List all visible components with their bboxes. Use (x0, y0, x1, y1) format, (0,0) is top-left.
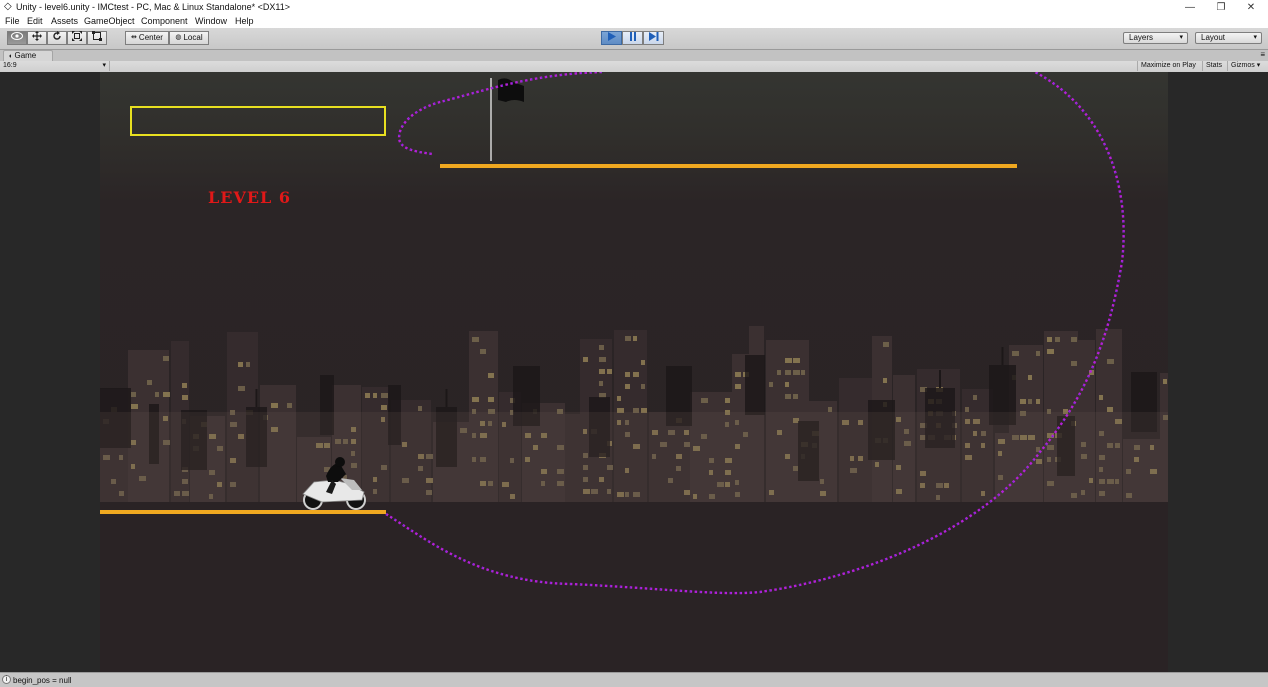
pause-button[interactable] (622, 31, 643, 45)
close-button[interactable]: ✕ (1236, 0, 1266, 15)
game-viewport[interactable]: LEVEL 6 (0, 72, 1268, 672)
pivot-icon: ⇹ (131, 34, 137, 41)
lower-platform (100, 510, 386, 514)
status-bar: i begin_pos = null (0, 672, 1268, 687)
pivot-center-label: Center (138, 33, 163, 42)
scale-tool-button[interactable] (67, 31, 87, 45)
main-toolbar: ⇹ Center ◍ Local Layers ▾ Layout ▾ (0, 28, 1268, 50)
stats-toggle[interactable]: Stats (1202, 61, 1225, 71)
chevron-down-icon: ▾ (102, 62, 106, 69)
pivot-local-label: Local (183, 33, 203, 42)
globe-icon: ◍ (175, 34, 182, 41)
ground-shadow (100, 502, 1168, 672)
menu-assets[interactable]: Assets (51, 16, 78, 27)
tab-game[interactable]: ◖ Game (3, 50, 53, 61)
level-title: LEVEL 6 (208, 188, 291, 207)
gizmos-label: Gizmos (1231, 62, 1255, 69)
aspect-ratio-label: 16:9 (3, 62, 17, 69)
layers-dropdown[interactable]: Layers ▾ (1123, 32, 1188, 44)
move-arrows-icon (32, 31, 42, 45)
menu-gameobject[interactable]: GameObject (84, 16, 135, 27)
play-button[interactable] (601, 31, 622, 45)
maximize-button[interactable]: ❐ (1206, 0, 1236, 15)
eye-icon (11, 32, 23, 44)
info-icon: i (2, 675, 11, 684)
playback-controls (601, 31, 664, 45)
rect-tool-button[interactable] (87, 31, 107, 45)
chevron-down-icon: ▾ (1253, 34, 1257, 41)
window-title: Unity - level6.unity - IMCtest - PC, Mac… (16, 2, 290, 12)
transform-tools (7, 31, 107, 45)
panel-tab-row: ◖ Game ≡ (0, 50, 1268, 61)
aspect-ratio-dropdown[interactable]: 16:9 ▾ (3, 61, 110, 71)
status-message[interactable]: begin_pos = null (13, 675, 72, 686)
window-title-bar: ◇ Unity - level6.unity - IMCtest - PC, M… (0, 0, 1268, 16)
rotate-icon (52, 31, 62, 45)
upper-platform (440, 164, 1017, 168)
rotate-tool-button[interactable] (47, 31, 67, 45)
rect-tool-icon (92, 31, 102, 45)
pivot-center-button[interactable]: ⇹ Center (125, 31, 169, 45)
step-button[interactable] (643, 31, 664, 45)
chevron-down-icon: ▾ (1256, 62, 1261, 69)
tab-game-label: Game (14, 51, 37, 60)
menu-component[interactable]: Component (141, 16, 188, 27)
layers-dropdown-label: Layers (1129, 33, 1154, 42)
menu-window[interactable]: Window (195, 16, 227, 27)
game-controller-icon: ◖ (8, 53, 13, 60)
menu-help[interactable]: Help (235, 16, 254, 27)
menu-bar: File Edit Assets GameObject Component Wi… (0, 15, 1268, 28)
menu-edit[interactable]: Edit (27, 16, 43, 27)
view-tool-button[interactable] (7, 31, 27, 45)
ui-outline-box (130, 106, 386, 136)
step-icon (648, 31, 659, 45)
panel-menu-icon[interactable]: ≡ (1260, 50, 1265, 60)
move-tool-button[interactable] (27, 31, 47, 45)
scale-icon (72, 31, 82, 45)
layout-dropdown-label: Layout (1201, 33, 1226, 42)
game-render-area[interactable]: LEVEL 6 (100, 72, 1168, 672)
unity-logo-icon: ◇ (4, 1, 12, 12)
gizmos-dropdown[interactable]: Gizmos ▾ (1227, 61, 1263, 71)
pivot-local-button[interactable]: ◍ Local (169, 31, 209, 45)
maximize-on-play-toggle[interactable]: Maximize on Play (1137, 61, 1199, 71)
play-icon (607, 31, 616, 45)
layout-dropdown[interactable]: Layout ▾ (1195, 32, 1262, 44)
pivot-toggles: ⇹ Center ◍ Local (125, 31, 209, 45)
pause-icon (629, 31, 637, 45)
chevron-down-icon: ▾ (1179, 34, 1183, 41)
city-skyline-background (100, 326, 1168, 502)
minimize-button[interactable]: — (1175, 0, 1205, 15)
menu-file[interactable]: File (5, 16, 20, 27)
